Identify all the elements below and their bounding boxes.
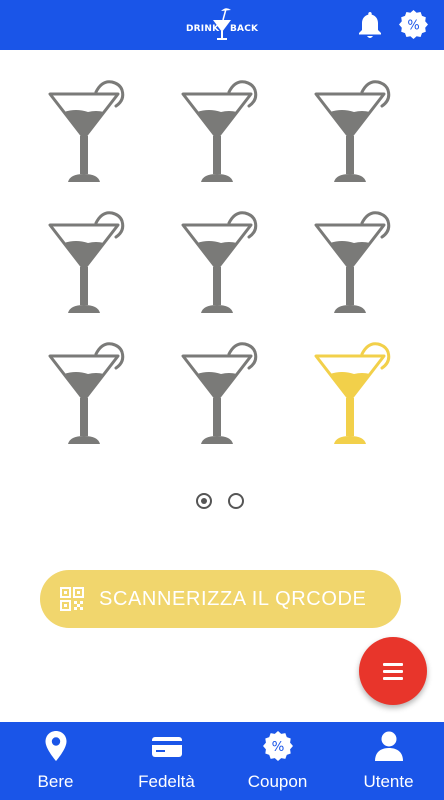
location-pin-icon xyxy=(45,731,66,761)
logo-text-right: BACK xyxy=(230,24,259,34)
percent-badge-icon[interactable]: % xyxy=(398,9,429,40)
martini-glass-icon xyxy=(173,78,263,193)
martini-glass-icon xyxy=(40,78,130,193)
page-dot-1[interactable] xyxy=(196,493,212,509)
martini-glass-icon xyxy=(173,340,263,455)
page-indicator xyxy=(0,493,444,513)
bottom-navigation: Bere Fedeltà % Coupon Utente xyxy=(0,722,444,800)
martini-glass-icon xyxy=(173,209,263,324)
menu-fab[interactable] xyxy=(359,637,427,705)
nav-item-fedelta[interactable]: Fedeltà xyxy=(111,722,222,800)
scan-qrcode-button[interactable]: SCANNERIZZA IL QRCODE xyxy=(40,570,401,628)
nav-item-utente[interactable]: Utente xyxy=(333,722,444,800)
drinkback-logo: DRINK BACK xyxy=(186,6,258,46)
svg-text:%: % xyxy=(271,740,284,755)
percent-badge-icon: % xyxy=(262,731,293,761)
martini-glass-icon xyxy=(40,340,130,455)
bell-icon[interactable] xyxy=(356,10,384,40)
user-icon xyxy=(374,731,403,761)
page-dot-2[interactable] xyxy=(228,493,244,509)
svg-text:%: % xyxy=(407,19,419,34)
nav-label-fedelta: Fedeltà xyxy=(138,772,195,791)
nav-label-utente: Utente xyxy=(363,772,414,791)
martini-glass-icon xyxy=(306,340,396,455)
martini-glass-icon xyxy=(306,209,396,324)
nav-label-bere: Bere xyxy=(37,772,74,791)
scan-button-label: SCANNERIZZA IL QRCODE xyxy=(99,587,367,610)
nav-item-coupon[interactable]: % Coupon xyxy=(222,722,333,800)
martini-glass-icon xyxy=(40,209,130,324)
top-app-bar: DRINK BACK % xyxy=(0,0,444,50)
nav-label-coupon: Coupon xyxy=(247,772,308,791)
martini-glass-icon xyxy=(306,78,396,193)
credit-card-icon xyxy=(151,737,182,757)
qr-code-icon xyxy=(60,587,84,611)
nav-item-bere[interactable]: Bere xyxy=(0,722,111,800)
menu-icon xyxy=(383,663,403,666)
